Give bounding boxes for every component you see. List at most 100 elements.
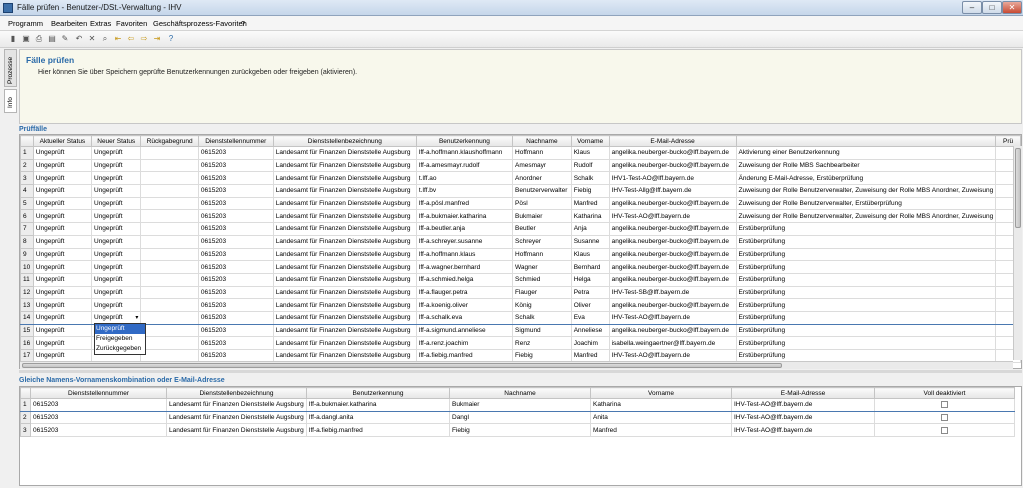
table-cell: Änderung E-Mail-Adresse, Erstüberprüfung xyxy=(735,171,997,186)
table-row[interactable]: 4 Ungeprüft Ungeprüft 0615203 Landesamt für … xyxy=(20,184,1021,198)
table-cell[interactable]: Ungeprüft xyxy=(90,209,142,224)
grid2-column-header[interactable]: Benutzerkennung xyxy=(306,387,450,399)
table-row[interactable]: 14 Ungeprüft Ungeprüft ▾ 0615203 Landesamt fü… xyxy=(20,310,1021,325)
delete-icon[interactable]: ✕ xyxy=(87,34,97,44)
menu-bearbeiten[interactable]: Bearbeiten xyxy=(51,19,87,28)
table-row[interactable]: 3 Ungeprüft Ungeprüft 0615203 Landesamt für … xyxy=(20,171,1021,186)
grid1-column-header[interactable] xyxy=(735,135,997,147)
menu-favoriten[interactable]: Favoriten xyxy=(116,19,147,28)
grid1-vscroll-thumb[interactable] xyxy=(1015,148,1021,228)
table-row[interactable]: 2 0615203 Landesamt für Finanzen Dienstste… xyxy=(20,410,1015,425)
dropdown-option-freigegeben[interactable]: Freigegeben xyxy=(95,334,145,344)
table-cell[interactable]: Ungeprüft xyxy=(90,196,142,211)
table-row[interactable]: 10 Ungeprüft Ungeprüft 0615203 Landesamt für… xyxy=(20,260,1021,274)
grid2-column-header[interactable]: Voll deaktiviert xyxy=(874,387,1015,399)
menu-programm[interactable]: Programm xyxy=(8,19,43,28)
table-row[interactable]: 1 0615203 Landesamt für Finanzen Dienstste… xyxy=(20,398,1015,412)
grid2-column-header[interactable]: E-Mail-Adresse xyxy=(731,387,875,399)
grid2-column-header[interactable]: Vorname xyxy=(590,387,732,399)
grid1-column-header[interactable]: E-Mail-Adresse xyxy=(608,135,737,147)
undo-icon[interactable]: ↶ xyxy=(74,34,84,44)
next-record-icon[interactable]: ⇨ xyxy=(139,34,149,44)
voll-deaktiviert-checkbox[interactable] xyxy=(941,401,948,409)
grid2-column-header[interactable] xyxy=(20,387,31,399)
grid2-column-header[interactable]: Nachname xyxy=(449,387,591,399)
table-cell[interactable]: Ungeprüft xyxy=(90,272,142,287)
menu-geschaeftsprozess-favoriten[interactable]: Geschäftsprozess-Favoriten xyxy=(153,19,247,28)
grid1-column-header[interactable]: Nachname xyxy=(512,135,572,147)
grid1-column-header[interactable]: Benutzerkennung xyxy=(415,135,514,147)
table-cell xyxy=(140,184,199,198)
table-cell: Landesamt für Finanzen Dienststelle Augs… xyxy=(272,209,417,224)
table-cell: lff-a.amesmayr.rudolf xyxy=(415,158,514,173)
grid1-hscroll-thumb[interactable] xyxy=(22,363,782,368)
table-cell: lff-a.beutler.anja xyxy=(415,222,514,236)
table-cell[interactable]: Ungeprüft xyxy=(90,222,142,236)
table-cell[interactable]: Ungeprüft xyxy=(90,146,142,160)
table-cell[interactable]: Ungeprüft xyxy=(90,260,142,274)
grid1-column-header[interactable] xyxy=(20,135,34,147)
close-button[interactable]: ✕ xyxy=(1002,1,1022,14)
menu-help[interactable]: ? xyxy=(241,19,245,28)
table-row[interactable]: 1 Ungeprüft Ungeprüft 0615203 Landesamt für … xyxy=(20,146,1021,160)
table-cell[interactable]: Ungeprüft xyxy=(90,247,142,262)
table-row[interactable]: 6 Ungeprüft Ungeprüft 0615203 Landesamt für … xyxy=(20,209,1021,224)
maximize-button[interactable]: □ xyxy=(982,1,1002,14)
grid1-vertical-scrollbar[interactable] xyxy=(1013,146,1022,360)
table-cell: Ungeprüft xyxy=(32,158,93,173)
table-cell[interactable]: Ungeprüft xyxy=(90,171,142,186)
tab-info[interactable]: Info xyxy=(4,89,17,113)
table-cell: isabella.weingaertner@lff.bayern.de xyxy=(608,336,737,350)
previous-record-icon[interactable]: ⇦ xyxy=(126,34,136,44)
edit-icon[interactable]: ✎ xyxy=(60,34,70,44)
table-row[interactable]: 16 Ungeprüft 0615203 Landesamt für Finanzen… xyxy=(20,336,1021,350)
help-icon[interactable]: ? xyxy=(166,34,176,44)
table-row[interactable]: 7 Ungeprüft Ungeprüft 0615203 Landesamt für … xyxy=(20,222,1021,236)
table-cell xyxy=(140,260,199,274)
first-record-icon[interactable]: ⇤ xyxy=(113,34,123,44)
grid1-column-header[interactable]: Prü xyxy=(995,135,1021,147)
table-cell: Landesamt für Finanzen Dienststelle Augs… xyxy=(272,158,417,173)
grid1-column-header[interactable]: Dienststellenbezeichnung xyxy=(272,135,417,147)
menu-extras[interactable]: Extras xyxy=(90,19,111,28)
dropdown-option-ungeprueft[interactable]: Ungeprüft xyxy=(95,324,145,334)
grid1-column-header[interactable]: Aktueller Status xyxy=(32,135,93,147)
new-icon[interactable]: ▮ xyxy=(8,34,18,44)
grid1-horizontal-scrollbar[interactable] xyxy=(20,361,1013,369)
table-row[interactable]: 8 Ungeprüft Ungeprüft 0615203 Landesamt für … xyxy=(20,234,1021,249)
table-cell[interactable]: Ungeprüft xyxy=(90,184,142,198)
table-row[interactable]: 11 Ungeprüft Ungeprüft 0615203 Landesamt für… xyxy=(20,272,1021,287)
table-cell: angelika.neuberger-bucko@lff.bayern.de xyxy=(608,323,737,338)
grid1-column-header[interactable]: Vorname xyxy=(570,135,610,147)
tab-prozesse[interactable]: Prozesse xyxy=(4,49,17,87)
table-row[interactable]: 13 Ungeprüft Ungeprüft 0615203 Landesamt für… xyxy=(20,298,1021,312)
print-icon[interactable]: ⎙ xyxy=(34,34,44,44)
table-cell[interactable]: Ungeprüft xyxy=(90,285,142,300)
table-cell[interactable]: Ungeprüft xyxy=(90,158,142,173)
grid1-column-header[interactable]: Rückgabegrund xyxy=(140,135,199,147)
save-icon[interactable]: ▣ xyxy=(21,34,31,44)
row-number-cell: 2 xyxy=(20,158,34,173)
minimize-button[interactable]: – xyxy=(962,1,982,14)
table-row[interactable]: 5 Ungeprüft Ungeprüft 0615203 Landesamt für … xyxy=(20,196,1021,211)
table-row[interactable]: 2 Ungeprüft Ungeprüft 0615203 Landesamt für … xyxy=(20,158,1021,173)
grid2-column-header[interactable]: Dienststellennummer xyxy=(30,387,167,399)
panel-splitter[interactable] xyxy=(19,370,1022,373)
table-row[interactable]: 3 0615203 Landesamt für Finanzen Dienstste… xyxy=(20,423,1015,438)
dropdown-option-zurueckgegeben[interactable]: Zurückgegeben xyxy=(95,344,145,354)
chevron-down-icon[interactable]: ▾ xyxy=(135,314,138,321)
print-preview-icon[interactable]: ▤ xyxy=(47,34,57,44)
last-record-icon[interactable]: ⇥ xyxy=(152,34,162,44)
status-dropdown-list[interactable]: Ungeprüft Freigegeben Zurückgegeben xyxy=(94,323,146,355)
table-row[interactable]: 12 Ungeprüft Ungeprüft 0615203 Landesamt für… xyxy=(20,285,1021,300)
search-icon[interactable]: ⌕ xyxy=(100,34,110,44)
voll-deaktiviert-checkbox[interactable] xyxy=(941,413,948,421)
table-cell[interactable]: Ungeprüft xyxy=(90,298,142,312)
grid1-column-header[interactable]: Neuer Status xyxy=(90,135,142,147)
table-row[interactable]: 15 Ungeprüft 0615203 Landesamt für Finanzen… xyxy=(20,323,1021,338)
grid1-column-header[interactable]: Dienststellennummer xyxy=(197,135,274,147)
table-row[interactable]: 9 Ungeprüft Ungeprüft 0615203 Landesamt für … xyxy=(20,247,1021,262)
table-cell[interactable]: Ungeprüft xyxy=(90,234,142,249)
voll-deaktiviert-checkbox[interactable] xyxy=(941,426,948,434)
grid2-column-header[interactable]: Dienststellenbezeichnung xyxy=(166,387,307,399)
